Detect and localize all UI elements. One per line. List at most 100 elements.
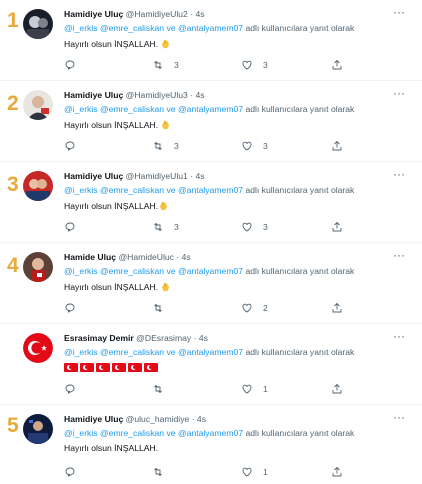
more-icon[interactable]: ··· bbox=[393, 86, 405, 100]
retweet-button[interactable]: 3 bbox=[152, 220, 179, 234]
tweet[interactable]: 3 Hamidiye Uluç @HamidiyeUlu1 · 4s ··· @… bbox=[0, 162, 422, 243]
reply-button[interactable] bbox=[64, 220, 76, 234]
mention[interactable]: @emre_caliskan bbox=[100, 104, 164, 114]
reply-button[interactable] bbox=[64, 139, 76, 153]
display-name[interactable]: Hamide Uluç bbox=[64, 252, 116, 262]
display-name[interactable]: Hamidiye Uluç bbox=[64, 9, 123, 19]
mention-conjunction: ve bbox=[166, 428, 176, 438]
mention[interactable]: @i_erkis bbox=[64, 104, 98, 114]
mention[interactable]: @emre_caliskan bbox=[100, 428, 164, 438]
tweet-text: Hayırlı olsun İNŞALLAH. bbox=[64, 201, 159, 211]
mention[interactable]: @antalyamem07 bbox=[178, 428, 243, 438]
timestamp[interactable]: · 4s bbox=[176, 252, 190, 262]
retweet-icon bbox=[154, 222, 162, 232]
retweet-count: 3 bbox=[174, 141, 179, 151]
avatar[interactable] bbox=[23, 414, 53, 444]
share-button[interactable] bbox=[331, 465, 343, 479]
retweet-button[interactable]: 3 bbox=[152, 139, 179, 153]
mention[interactable]: @antalyamem07 bbox=[178, 185, 243, 195]
reply-context: @i_erkis @emre_caliskan ve @antalyamem07… bbox=[64, 104, 354, 114]
handle[interactable]: @uluc_hamidiye bbox=[126, 414, 190, 424]
display-name[interactable]: Hamidiye Uluç bbox=[64, 414, 123, 424]
timestamp[interactable]: · 4s bbox=[194, 333, 208, 343]
tweet-text: Hayırlı olsun İNŞALLAH. bbox=[64, 443, 159, 453]
more-icon[interactable]: ··· bbox=[393, 410, 405, 424]
handle[interactable]: @HamidiyeUlu3 bbox=[126, 90, 188, 100]
avatar[interactable] bbox=[23, 252, 53, 282]
reply-icon bbox=[65, 141, 75, 151]
retweet-button[interactable] bbox=[152, 382, 174, 396]
share-icon bbox=[332, 140, 342, 151]
tweet[interactable]: 1 Hamidiye Uluç @HamidiyeUlu2 · 4s ··· @… bbox=[0, 0, 422, 81]
tweet-text-row: Hayırlı olsun İNŞALLAH. bbox=[64, 38, 171, 51]
reply-button[interactable] bbox=[64, 58, 76, 72]
share-button[interactable] bbox=[331, 139, 343, 153]
clapping-hands-icon bbox=[158, 200, 169, 213]
like-button[interactable]: 3 bbox=[241, 220, 268, 234]
timestamp[interactable]: · 4s bbox=[190, 90, 204, 100]
retweet-button[interactable] bbox=[152, 301, 174, 315]
tweet-header: Hamide Uluç @HamideUluc · 4s bbox=[64, 252, 191, 262]
like-count: 1 bbox=[263, 384, 268, 394]
mention[interactable]: @antalyamem07 bbox=[178, 347, 243, 357]
reply-button[interactable] bbox=[64, 382, 76, 396]
timestamp[interactable]: · 4s bbox=[192, 414, 206, 424]
more-icon[interactable]: ··· bbox=[393, 329, 405, 343]
handle[interactable]: @HamideUluc bbox=[118, 252, 174, 262]
like-count: 3 bbox=[263, 60, 268, 70]
more-icon[interactable]: ··· bbox=[393, 248, 405, 262]
mention[interactable]: @i_erkis bbox=[64, 185, 98, 195]
tweet[interactable]: 5 Hamidiye Uluç @uluc_hamidiye · 4s ··· … bbox=[0, 405, 422, 484]
display-name[interactable]: Hamidiye Uluç bbox=[64, 171, 123, 181]
timestamp[interactable]: · 4s bbox=[190, 171, 204, 181]
handle[interactable]: @HamidiyeUlu1 bbox=[126, 171, 188, 181]
mention[interactable]: @emre_caliskan bbox=[100, 266, 164, 276]
mention[interactable]: @i_erkis bbox=[64, 266, 98, 276]
share-button[interactable] bbox=[331, 301, 343, 315]
mention[interactable]: @emre_caliskan bbox=[100, 185, 164, 195]
handle[interactable]: @DEsrasimay bbox=[136, 333, 191, 343]
share-button[interactable] bbox=[331, 382, 343, 396]
reply-button[interactable] bbox=[64, 465, 76, 479]
mention[interactable]: @i_erkis bbox=[64, 23, 98, 33]
handle[interactable]: @HamidiyeUlu2 bbox=[126, 9, 188, 19]
share-icon bbox=[332, 302, 342, 313]
like-button[interactable]: 3 bbox=[241, 139, 268, 153]
like-button[interactable]: 1 bbox=[241, 465, 268, 479]
tweet[interactable]: Esrasimay Demir @DEsrasimay · 4s ··· @i_… bbox=[0, 324, 422, 405]
mention-conjunction: ve bbox=[166, 104, 176, 114]
tweet[interactable]: 2 Hamidiye Uluç @HamidiyeUlu3 · 4s ··· @… bbox=[0, 81, 422, 162]
display-name[interactable]: Hamidiye Uluç bbox=[64, 90, 123, 100]
avatar[interactable] bbox=[23, 90, 53, 120]
tweet-number: 1 bbox=[7, 9, 19, 32]
mention[interactable]: @antalyamem07 bbox=[178, 23, 243, 33]
share-icon bbox=[332, 221, 342, 232]
retweet-button[interactable] bbox=[152, 465, 174, 479]
reply-icon bbox=[65, 467, 75, 477]
like-button[interactable]: 3 bbox=[241, 58, 268, 72]
share-icon bbox=[332, 466, 342, 477]
reply-button[interactable] bbox=[64, 301, 76, 315]
turkish-flag-icon bbox=[128, 363, 142, 372]
more-icon[interactable]: ··· bbox=[393, 167, 405, 181]
share-button[interactable] bbox=[331, 58, 343, 72]
timestamp[interactable]: · 4s bbox=[190, 9, 204, 19]
tweet-actions: 3 3 bbox=[64, 58, 354, 72]
like-button[interactable]: 2 bbox=[241, 301, 268, 315]
mention[interactable]: @emre_caliskan bbox=[100, 347, 164, 357]
share-button[interactable] bbox=[331, 220, 343, 234]
display-name[interactable]: Esrasimay Demir bbox=[64, 333, 134, 343]
mention[interactable]: @antalyamem07 bbox=[178, 104, 243, 114]
avatar[interactable] bbox=[23, 171, 53, 201]
like-count: 2 bbox=[263, 303, 268, 313]
tweet[interactable]: 4 Hamide Uluç @HamideUluc · 4s ··· @i_er… bbox=[0, 243, 422, 324]
mention[interactable]: @i_erkis bbox=[64, 428, 98, 438]
avatar[interactable] bbox=[23, 9, 53, 39]
mention[interactable]: @emre_caliskan bbox=[100, 23, 164, 33]
like-button[interactable]: 1 bbox=[241, 382, 268, 396]
avatar[interactable] bbox=[23, 333, 53, 363]
mention[interactable]: @antalyamem07 bbox=[178, 266, 243, 276]
mention[interactable]: @i_erkis bbox=[64, 347, 98, 357]
retweet-button[interactable]: 3 bbox=[152, 58, 179, 72]
more-icon[interactable]: ··· bbox=[393, 5, 405, 19]
